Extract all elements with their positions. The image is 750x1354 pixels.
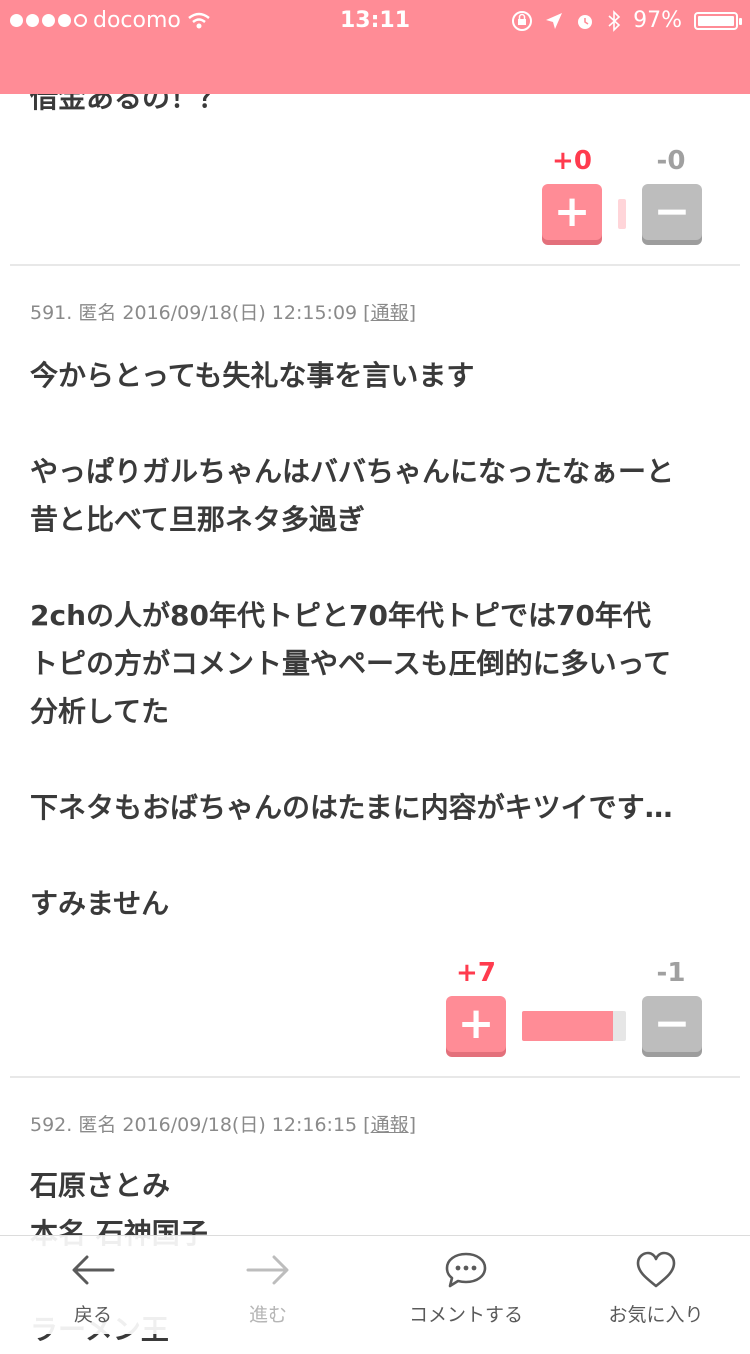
- minus-count: -1: [656, 958, 686, 988]
- back-label: 戻る: [73, 1304, 112, 1326]
- minus-count: -0: [656, 146, 686, 176]
- comment-line: 昔と比べて旦那ネタ多過ぎ: [30, 503, 365, 536]
- comment-label: コメントする: [408, 1304, 523, 1326]
- comment-number: 591.: [30, 302, 73, 324]
- alarm-icon: [578, 14, 593, 29]
- vote-ratio-bar: [522, 1011, 626, 1041]
- comment-line: 下ネタもおばちゃんのはたまに内容がキツイです…: [30, 791, 673, 824]
- back-button[interactable]: 戻る: [3, 1248, 183, 1327]
- header-bar: docomo 13:11 97%: [0, 0, 750, 94]
- report-link[interactable]: 通報: [371, 1114, 409, 1136]
- plus-count: +7: [456, 958, 496, 988]
- location-icon: [546, 12, 563, 29]
- comment-body: 今からとっても失礼な事を言いますやっぱりガルちゃんはババちゃんになったなぁーと昔…: [30, 352, 730, 928]
- comment-number: 592.: [30, 1114, 73, 1136]
- plus-button[interactable]: +: [446, 996, 506, 1052]
- favorite-button[interactable]: お気に入り: [566, 1248, 746, 1327]
- comment-line: 2chの人が80年代トピと70年代トピでは70年代: [30, 599, 651, 632]
- vote-ratio-bar: [618, 199, 626, 229]
- plus-icon: +: [457, 998, 495, 1049]
- forward-arrow-icon: [246, 1255, 289, 1285]
- plus-icon: +: [553, 186, 591, 237]
- comment-meta: 591. 匿名 2016/09/18(日) 12:15:09 [通報]: [30, 302, 417, 324]
- comment-divider: [10, 1076, 740, 1078]
- forward-label: 進む: [248, 1304, 287, 1326]
- minus-icon: −: [653, 186, 691, 237]
- comment-line: 分析してた: [30, 695, 170, 728]
- rotation-lock-icon: [512, 10, 533, 31]
- plus-count: +0: [552, 146, 592, 176]
- comment-author: 匿名: [78, 1114, 117, 1136]
- comment-feed: 借金あるの！？ +0 -0 + − 591. 匿名 2016/09/18(日) …: [0, 0, 750, 1346]
- forward-button[interactable]: 進む: [178, 1248, 358, 1327]
- comment-line: 石原さとみ: [30, 1169, 171, 1202]
- minus-button[interactable]: −: [642, 996, 702, 1052]
- bottom-toolbar: 戻る 進む コメントする お気に入り: [0, 1235, 750, 1334]
- plus-button[interactable]: +: [542, 184, 602, 240]
- comment-line: トピの方がコメント量やペースも圧倒的に多いって: [30, 647, 672, 680]
- comment-datetime: 2016/09/18(日) 12:15:09: [122, 302, 358, 324]
- favorite-label: お気に入り: [608, 1304, 704, 1326]
- comment-datetime: 2016/09/18(日) 12:16:15: [122, 1114, 358, 1136]
- comment-button[interactable]: コメントする: [376, 1248, 556, 1327]
- battery-percent: 97%: [633, 8, 682, 33]
- comment-bubble-icon: [445, 1252, 487, 1288]
- vote-ratio-fill: [522, 1011, 613, 1041]
- bluetooth-icon: [608, 9, 621, 32]
- battery-icon: [694, 11, 742, 30]
- comment-line: 今からとっても失礼な事を言います: [30, 359, 475, 392]
- back-arrow-icon: [72, 1255, 115, 1285]
- comment-author: 匿名: [78, 302, 117, 324]
- minus-icon: −: [653, 998, 691, 1049]
- comment-line: やっぱりガルちゃんはババちゃんになったなぁーと: [30, 455, 675, 488]
- comment-meta: 592. 匿名 2016/09/18(日) 12:16:15 [通報]: [30, 1114, 417, 1136]
- minus-button[interactable]: −: [642, 184, 702, 240]
- comment-line: すみません: [30, 887, 170, 920]
- status-bar: docomo 13:11 97%: [0, 0, 750, 40]
- report-link[interactable]: 通報: [371, 302, 409, 324]
- heart-icon: [636, 1251, 676, 1288]
- comment-divider: [10, 264, 740, 266]
